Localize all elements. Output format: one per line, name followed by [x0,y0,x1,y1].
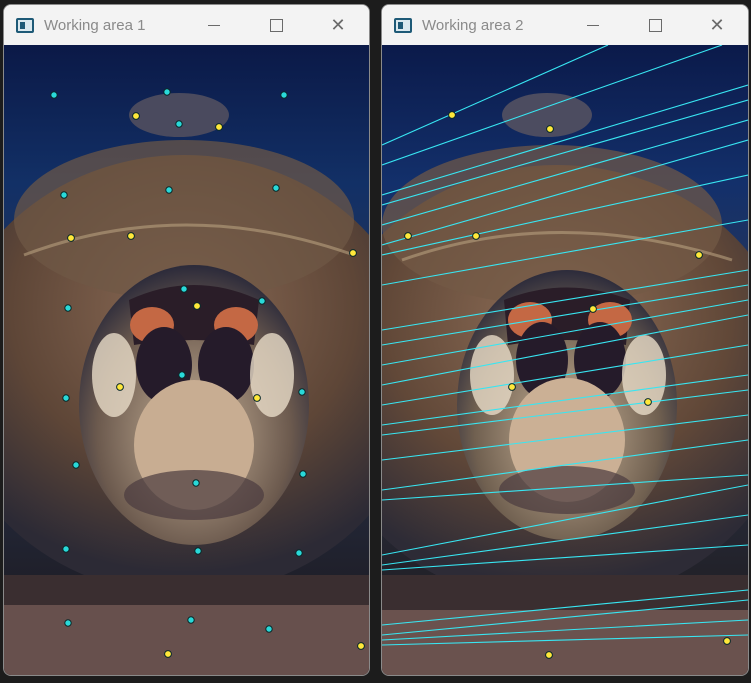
keypoint-marker [178,371,186,379]
keypoint-marker [67,234,75,242]
keypoint-marker [50,91,58,99]
app-window-icon [16,17,34,33]
keypoint-marker [132,112,140,120]
image-canvas[interactable] [4,45,369,675]
keypoint-marker [272,184,280,192]
working-area-1-window[interactable]: Working area 1 ✕ [3,4,370,676]
image-canvas[interactable] [382,45,748,675]
keypoint-marker [546,125,554,133]
keypoint-marker [62,545,70,553]
keypoint-marker [193,302,201,310]
keypoint-marker [175,120,183,128]
keypoint-marker [163,88,171,96]
keypoint-marker [62,394,70,402]
close-button[interactable]: ✕ [307,5,369,45]
keypoint-marker [192,479,200,487]
keypoint-marker [723,637,731,645]
minimize-button[interactable] [562,5,624,45]
keypoint-marker [448,111,456,119]
keypoint-marker [116,383,124,391]
keypoint-marker [60,191,68,199]
turtle-image [4,45,369,675]
keypoint-marker [299,470,307,478]
keypoint-marker [298,388,306,396]
minimize-button[interactable] [183,5,245,45]
keypoint-marker [357,642,365,650]
maximize-button[interactable] [245,5,307,45]
keypoint-marker [265,625,273,633]
window-title: Working area 1 [44,16,146,34]
keypoint-marker [644,398,652,406]
keypoint-marker [64,304,72,312]
keypoint-marker [695,251,703,259]
app-window-icon [394,17,412,33]
keypoint-marker [349,249,357,257]
keypoint-marker [64,619,72,627]
keypoint-marker [295,549,303,557]
keypoint-marker [165,186,173,194]
keypoint-marker [589,305,597,313]
keypoint-marker [545,651,553,659]
keypoint-marker [187,616,195,624]
keypoint-marker [164,650,172,658]
keypoint-marker [508,383,516,391]
keypoint-marker [127,232,135,240]
keypoint-marker [253,394,261,402]
keypoint-marker [258,297,266,305]
keypoint-marker [215,123,223,131]
keypoint-marker [72,461,80,469]
keypoint-marker [194,547,202,555]
title-bar[interactable]: Working area 2 ✕ [382,5,748,45]
window-title: Working area 2 [422,16,524,34]
keypoint-marker [280,91,288,99]
working-area-2-window[interactable]: Working area 2 ✕ [381,4,749,676]
title-bar[interactable]: Working area 1 ✕ [4,5,369,45]
turtle-image [382,45,748,675]
keypoint-marker [472,232,480,240]
close-button[interactable]: ✕ [686,5,748,45]
keypoint-marker [180,285,188,293]
keypoint-marker [404,232,412,240]
maximize-button[interactable] [624,5,686,45]
